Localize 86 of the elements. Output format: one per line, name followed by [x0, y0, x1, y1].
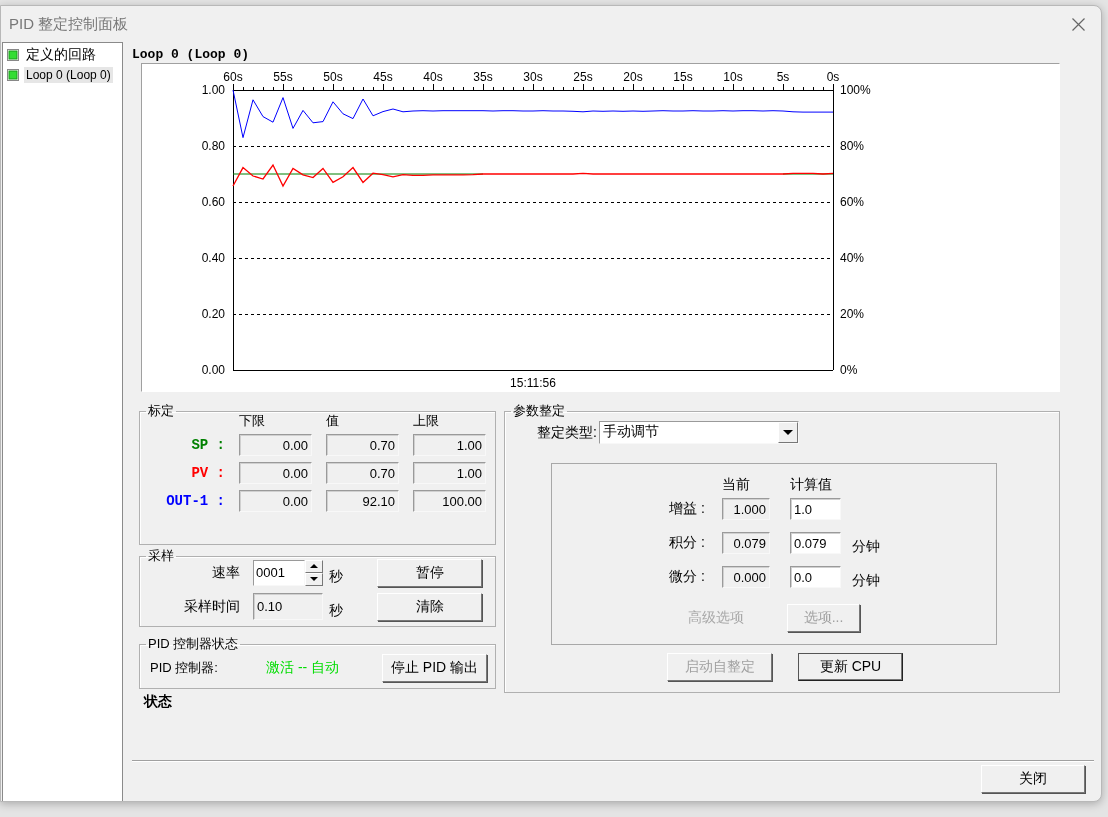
axis-label: 5s: [776, 70, 790, 84]
column-header: 上限: [413, 412, 440, 428]
field-label: 速率: [211, 563, 240, 582]
axis-label: 0.20: [201, 307, 225, 321]
parameter-label: 增益 :: [668, 500, 706, 518]
value-field[interactable]: 0.00: [239, 490, 312, 512]
axis-label: 45s: [373, 70, 393, 84]
rate-field[interactable]: 0001: [253, 559, 305, 586]
loop-status-icon: [7, 69, 19, 81]
tuning-type-dropdown[interactable]: 手动调节: [598, 421, 799, 444]
controller-status: 激活 -- 自动: [266, 659, 341, 677]
row-label: PV :: [190, 465, 225, 481]
pause-button[interactable]: 暂停: [377, 558, 482, 587]
axis-label: 60s: [223, 70, 243, 84]
parameter-label: 积分 :: [668, 534, 706, 552]
current-value-field[interactable]: 1.000: [722, 498, 770, 520]
field-label: 采样时间: [183, 597, 240, 616]
unit-label: 分钟: [852, 538, 881, 556]
window-title: PID 整定控制面板: [9, 14, 129, 34]
controller-label: PID 控制器:: [150, 659, 219, 677]
value-field[interactable]: 0.70: [326, 462, 399, 484]
group-title: 参数整定: [512, 402, 566, 420]
loop-status-icon: [7, 49, 19, 61]
time-label: 15:11:56: [510, 376, 556, 390]
axis-label: 0.00: [201, 363, 225, 377]
update-cpu-button[interactable]: 更新 CPU: [798, 653, 903, 681]
loop-title: Loop 0 (Loop 0): [132, 47, 251, 63]
value-field[interactable]: 1.00: [413, 462, 486, 484]
value-field[interactable]: 100.00: [413, 490, 486, 512]
tree-item[interactable]: 定义的回路: [24, 45, 98, 65]
axis-label: 40%: [840, 251, 865, 265]
status-label: 状态: [144, 693, 173, 711]
value-field[interactable]: 0.00: [239, 462, 312, 484]
close-icon[interactable]: [1072, 17, 1085, 31]
column-header: 计算值: [790, 476, 833, 492]
advanced-options-label: 高级选项: [688, 609, 744, 627]
axis-label: 20%: [840, 307, 865, 321]
row-label: OUT-1 :: [165, 493, 225, 509]
calculated-value-field[interactable]: 0.079: [790, 532, 841, 554]
row-label: SP :: [190, 437, 225, 453]
current-value-field[interactable]: 0.079: [722, 532, 770, 554]
value-field[interactable]: 0.00: [239, 434, 312, 456]
clear-button[interactable]: 清除: [377, 592, 482, 621]
calculated-value-field[interactable]: 1.0: [790, 498, 841, 520]
axis-label: 25s: [573, 70, 593, 84]
tree-item[interactable]: Loop 0 (Loop 0): [24, 67, 113, 83]
axis-label: 15s: [673, 70, 693, 84]
stop-output-button[interactable]: 停止 PID 输出: [382, 654, 487, 682]
axis-label: 10s: [723, 70, 743, 84]
column-header: 当前: [722, 476, 751, 492]
axis-label: 0.80: [201, 139, 225, 153]
value-field[interactable]: 1.00: [413, 434, 486, 456]
axis-label: 1.00: [201, 83, 225, 97]
value-field[interactable]: 0.70: [326, 434, 399, 456]
group-title: 采样: [147, 547, 175, 565]
field-label: 整定类型:: [537, 423, 597, 442]
unit-label: 秒: [328, 601, 344, 620]
value-field[interactable]: 92.10: [326, 490, 399, 512]
axis-label: 80%: [840, 139, 865, 153]
column-header: 下限: [239, 412, 266, 428]
axis-label: 30s: [523, 70, 543, 84]
close-button[interactable]: 关闭: [981, 765, 1085, 793]
axis-label: 35s: [473, 70, 493, 84]
spin-up-button[interactable]: [305, 559, 323, 573]
axis-label: 0.40: [201, 251, 225, 265]
unit-label: 秒: [328, 567, 344, 586]
triangle-down-icon: [310, 577, 318, 581]
axis-label: 50s: [323, 70, 343, 84]
axis-label: 0.60: [201, 195, 225, 209]
parameter-label: 微分 :: [668, 568, 706, 586]
caret-down-icon: [782, 430, 793, 435]
group-title: 标定: [147, 402, 175, 420]
axis-label: 40s: [423, 70, 443, 84]
unit-label: 分钟: [852, 572, 881, 590]
axis-label: 55s: [273, 70, 293, 84]
axis-label: 0s: [826, 70, 840, 84]
axis-label: 100%: [840, 83, 871, 97]
axis-label: 0%: [840, 363, 858, 377]
group-title: PID 控制器状态: [147, 635, 240, 653]
axis-label: 20s: [623, 70, 643, 84]
current-value-field[interactable]: 0.000: [722, 566, 770, 588]
axis-label: 60%: [840, 195, 865, 209]
sample-time-field[interactable]: 0.10: [253, 593, 323, 620]
triangle-up-icon: [310, 564, 318, 568]
column-header: 值: [326, 412, 340, 428]
calculated-value-field[interactable]: 0.0: [790, 566, 841, 588]
